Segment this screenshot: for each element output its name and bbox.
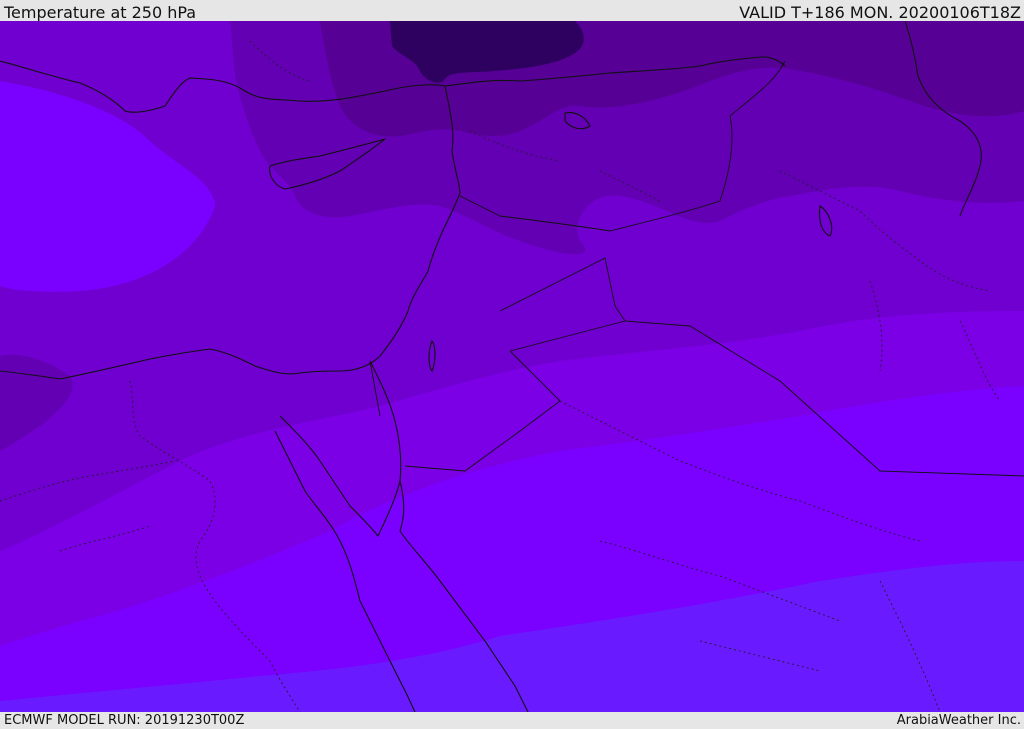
temperature-map[interactable] (0, 21, 1024, 712)
credit: ArabiaWeather Inc. (896, 713, 1021, 728)
footer-bar: ECMWF MODEL RUN: 20191230T00Z ArabiaWeat… (0, 712, 1024, 729)
model-run: ECMWF MODEL RUN: 20191230T00Z (4, 713, 245, 728)
valid-time: VALID T+186 MON. 20200106T18Z (739, 3, 1021, 22)
map-canvas (0, 21, 1024, 712)
header-bar: Temperature at 250 hPa VALID T+186 MON. … (0, 0, 1024, 21)
map-title: Temperature at 250 hPa (4, 3, 197, 22)
